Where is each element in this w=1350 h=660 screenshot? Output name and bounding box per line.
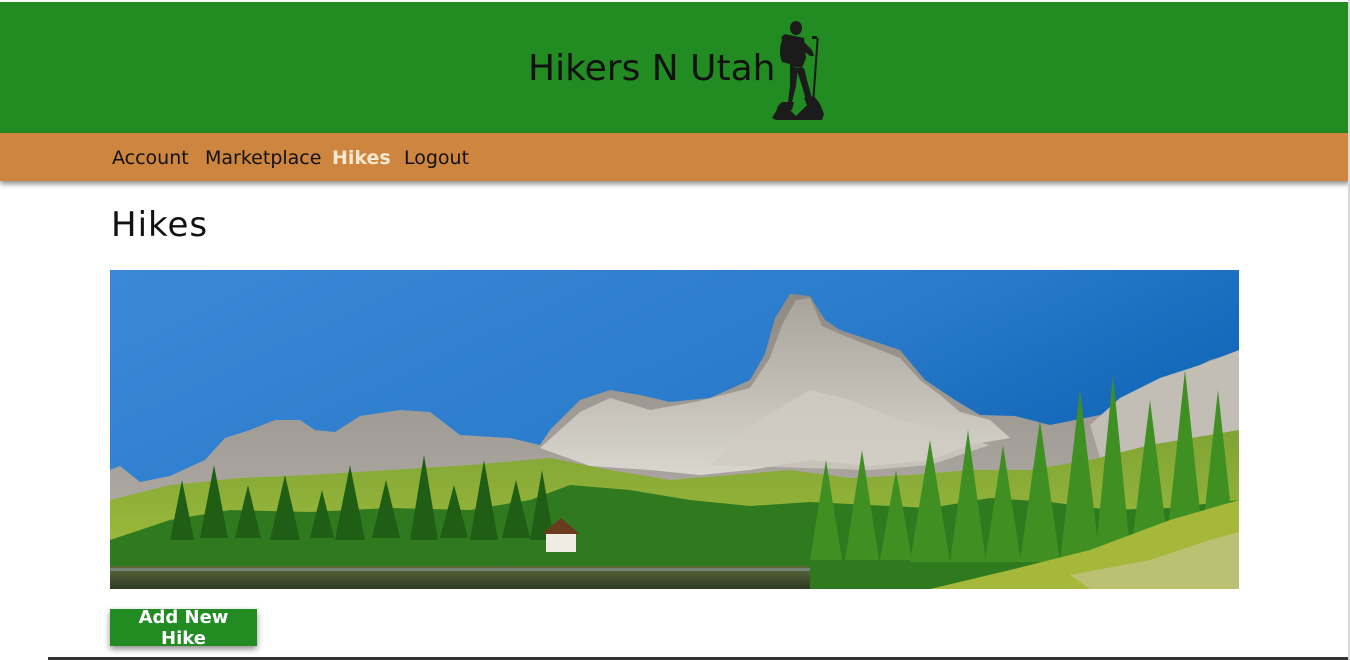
nav-item-logout[interactable]: Logout <box>404 147 469 169</box>
page-title: Hikes <box>111 205 209 245</box>
site-header: Hikers N Utah <box>0 0 1350 133</box>
main-navigation: Account Marketplace Hikes Logout <box>0 133 1350 181</box>
site-title: Hikers N Utah <box>528 48 776 89</box>
nav-item-marketplace[interactable]: Marketplace <box>205 147 321 169</box>
add-new-hike-button[interactable]: Add New Hike <box>110 607 257 649</box>
nav-item-account[interactable]: Account <box>112 147 189 169</box>
hiker-silhouette-icon <box>772 21 824 120</box>
nav-item-hikes[interactable]: Hikes <box>332 147 391 169</box>
hero-landscape-image <box>110 270 1239 589</box>
